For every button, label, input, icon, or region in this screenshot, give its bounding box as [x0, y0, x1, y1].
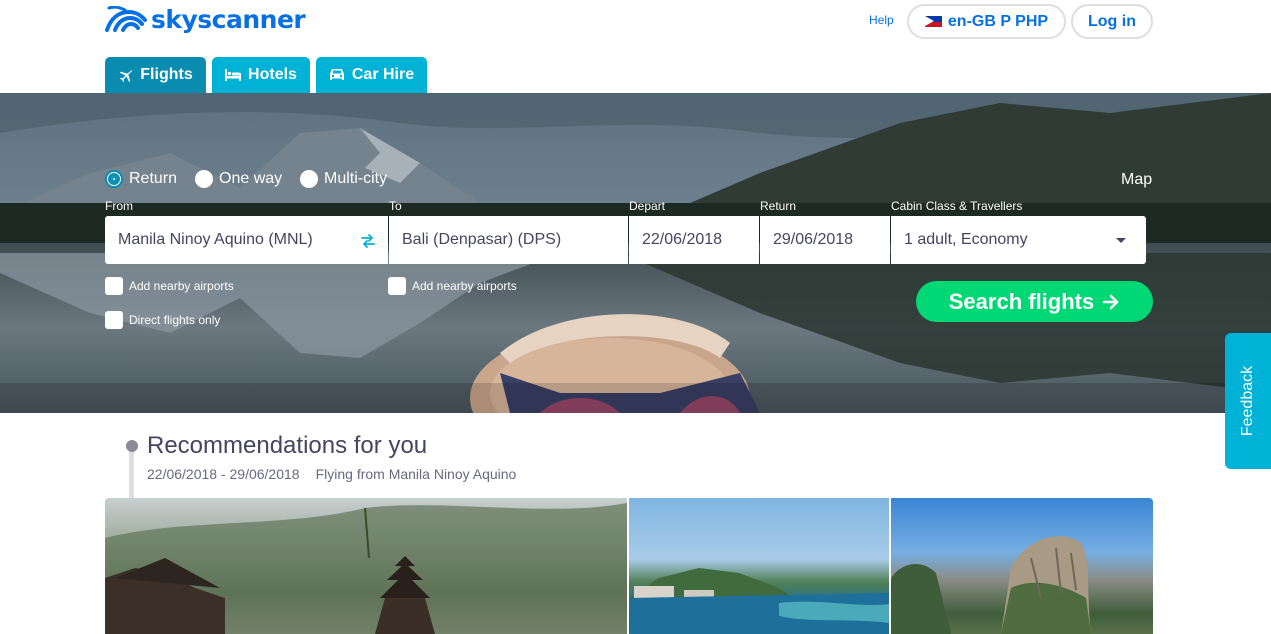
search-flights-label: Search flights — [948, 288, 1095, 314]
depart-label: Depart — [629, 199, 666, 213]
arrow-right-icon — [1102, 294, 1119, 309]
locale-label: en-GB P PHP — [947, 12, 1049, 30]
logo-text: skyscanner — [151, 4, 306, 34]
search-flights-button[interactable]: Search flights — [916, 281, 1153, 322]
to-input[interactable]: Bali (Denpasar) (DPS) — [389, 216, 628, 264]
coast-image — [629, 568, 889, 634]
trip-type-return[interactable]: Return — [105, 170, 177, 188]
depart-date-input[interactable]: 22/06/2018 — [629, 216, 759, 264]
nearby-airports-from-checkbox[interactable]: Add nearby airports — [105, 277, 234, 295]
radio-selected-icon[interactable] — [105, 170, 123, 188]
trip-type-one-way[interactable]: One way — [195, 170, 282, 188]
trip-type-return-label: Return — [129, 170, 178, 187]
nearby-airports-to-label: Add nearby airports — [412, 279, 517, 293]
feedback-tab[interactable]: Feedback — [1225, 333, 1271, 469]
limestone-cliffs-image — [891, 536, 1091, 634]
recommendations-origin: Flying from Manila Ninoy Aquino — [315, 466, 517, 482]
tab-car-hire[interactable]: Car Hire — [316, 57, 427, 93]
to-label: To — [389, 199, 402, 213]
from-input[interactable]: Manila Ninoy Aquino (MNL) — [105, 216, 388, 264]
map-link[interactable]: Map — [1121, 171, 1152, 189]
philippines-flag-icon — [924, 16, 942, 27]
swap-airports-icon[interactable] — [360, 233, 376, 249]
from-label: From — [105, 199, 133, 213]
destination-card-bali[interactable] — [105, 498, 627, 634]
tab-flights-label: Flights — [140, 66, 193, 83]
checkbox-icon[interactable] — [105, 277, 123, 295]
cabin-travellers-select[interactable]: 1 adult, Economy — [891, 216, 1146, 264]
temple-image — [105, 503, 627, 634]
plane-icon — [120, 69, 133, 82]
chevron-down-icon — [1116, 238, 1126, 243]
car-icon — [329, 69, 344, 80]
radio-unselected-icon[interactable] — [300, 170, 318, 188]
cabin-label: Cabin Class & Travellers — [891, 199, 1023, 213]
skyscanner-logo-icon — [105, 6, 147, 32]
recommendations-dates: 22/06/2018 - 29/06/2018 — [147, 466, 300, 482]
direct-flights-checkbox[interactable]: Direct flights only — [105, 311, 220, 329]
trip-type-multi-city-label: Multi-city — [324, 170, 388, 187]
return-date-input[interactable]: 29/06/2018 — [760, 216, 890, 264]
recommendations-title: Recommendations for you — [147, 432, 428, 459]
feedback-label: Feedback — [1239, 365, 1257, 437]
direct-flights-label: Direct flights only — [129, 313, 221, 327]
destination-card-guam[interactable] — [629, 498, 889, 634]
help-link[interactable]: Help — [869, 13, 894, 27]
tab-hotels[interactable]: Hotels — [212, 57, 310, 93]
site-header: skyscanner Help en-GB P PHP Log in Fligh… — [0, 0, 1271, 93]
checkbox-icon[interactable] — [105, 311, 123, 329]
checkbox-icon[interactable] — [388, 277, 406, 295]
return-label: Return — [760, 199, 797, 213]
nearby-airports-from-label: Add nearby airports — [129, 279, 234, 293]
tab-hotels-label: Hotels — [248, 66, 297, 83]
radio-unselected-icon[interactable] — [195, 170, 213, 188]
destination-card-thailand[interactable] — [891, 498, 1153, 634]
timeline-dot — [126, 440, 138, 452]
trip-type-one-way-label: One way — [219, 170, 283, 187]
login-button[interactable]: Log in — [1071, 4, 1153, 39]
skyscanner-logo[interactable]: skyscanner — [105, 4, 306, 34]
trip-type-multi-city[interactable]: Multi-city — [300, 170, 387, 188]
recommendations-subtitle: 22/06/2018 - 29/06/2018 Flying from Mani… — [147, 466, 516, 482]
nearby-airports-to-checkbox[interactable]: Add nearby airports — [388, 277, 517, 295]
locale-currency-button[interactable]: en-GB P PHP — [907, 4, 1066, 39]
tab-flights[interactable]: Flights — [105, 57, 206, 93]
tab-car-hire-label: Car Hire — [351, 66, 415, 83]
bed-icon — [225, 69, 242, 81]
